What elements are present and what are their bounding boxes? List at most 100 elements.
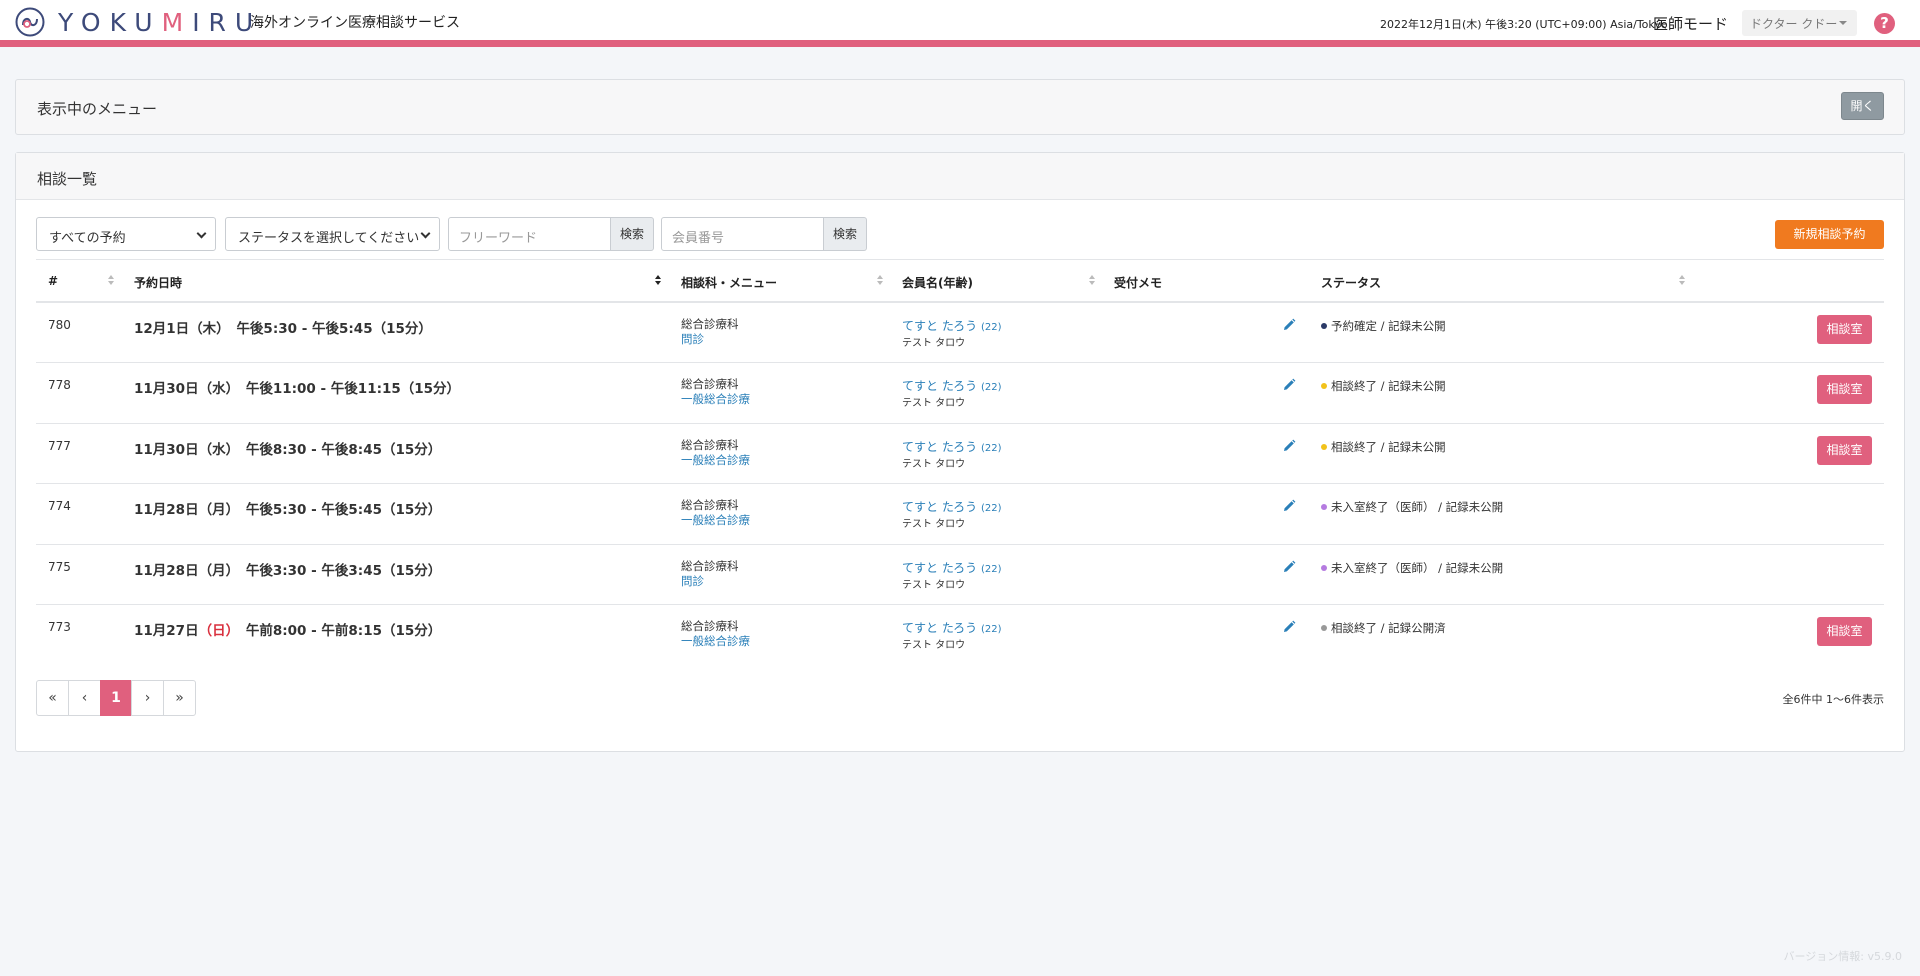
result-count: 全6件中 1〜6件表示	[1782, 693, 1885, 706]
row-status-text: 相談終了 / 記録公開済	[1331, 620, 1446, 635]
table-row: 773 11月27日（日） 午前8:00 - 午前8:15（15分） 総合診療科…	[36, 605, 1884, 665]
row-id: 774	[48, 499, 71, 514]
reservation-filter-select[interactable]: すべての予約	[36, 217, 216, 251]
row-menu-link[interactable]: 一般総合診療	[681, 453, 750, 468]
row-dept: 総合診療科 一般総合診療	[681, 438, 750, 468]
member-kana: テスト タロウ	[902, 458, 966, 470]
row-id: 773	[48, 619, 71, 634]
consultation-room-button[interactable]: 相談室	[1817, 315, 1872, 344]
table-row: 775 11月28日（月） 午後3:30 - 午後3:45（15分） 総合診療科…	[36, 545, 1884, 605]
table-row: 777 11月30日（水） 午後8:30 - 午後8:45（15分） 総合診療科…	[36, 424, 1884, 485]
row-menu-link[interactable]: 一般総合診療	[681, 634, 750, 649]
pencil-icon[interactable]	[1282, 378, 1296, 392]
user-dropdown[interactable]: ドクター クドー	[1742, 10, 1857, 36]
status-dot-icon	[1321, 443, 1327, 450]
chevron-down-icon	[420, 228, 431, 239]
table-header: # 予約日時 相談科・メニュー 会員名(年齢) 受付メモ ステータス	[36, 259, 1884, 303]
row-menu-link[interactable]: 一般総合診療	[681, 513, 750, 528]
displayed-menu-title: 表示中のメニュー	[37, 100, 158, 118]
column-member[interactable]: 会員名(年齢)	[902, 274, 973, 291]
row-status-text: 相談終了 / 記録未公開	[1331, 379, 1446, 394]
pencil-icon[interactable]	[1282, 318, 1296, 332]
member-number-input[interactable]: 会員番号	[661, 217, 824, 251]
row-time: 午後8:30 - 午後8:45（15分）	[245, 441, 442, 458]
logo[interactable]: YOKUMIRU	[14, 7, 262, 37]
row-member: てすと たろう (22) テスト タロウ	[902, 318, 1001, 352]
page-1-button[interactable]: 1	[100, 680, 132, 716]
member-name-link[interactable]: てすと たろう	[902, 319, 977, 333]
consultation-room-button[interactable]: 相談室	[1817, 375, 1872, 405]
member-age: (22)	[980, 322, 1002, 333]
consultation-room-button[interactable]: 相談室	[1817, 616, 1872, 646]
row-status: 相談終了 / 記録未公開	[1321, 378, 1446, 394]
member-age: (22)	[980, 382, 1002, 394]
member-name-link[interactable]: てすと たろう	[902, 561, 977, 575]
column-dept[interactable]: 相談科・メニュー	[681, 274, 777, 291]
status-dot-icon	[1321, 624, 1327, 631]
row-datetime: 11月30日（水） 午後11:00 - 午後11:15（15分）	[134, 377, 460, 397]
row-menu-link[interactable]: 一般総合診療	[681, 392, 750, 407]
logo-icon	[15, 7, 45, 37]
status-dot-icon	[1321, 383, 1327, 390]
row-dept: 総合診療科 問診	[681, 559, 739, 589]
member-age: (22)	[980, 503, 1002, 515]
row-dept-name: 総合診療科	[681, 498, 739, 513]
sort-icon[interactable]	[1679, 275, 1686, 287]
open-button[interactable]: 開く	[1841, 92, 1884, 120]
sort-icon[interactable]	[1089, 275, 1096, 287]
member-name-link[interactable]: てすと たろう	[902, 500, 977, 514]
new-consultation-button[interactable]: 新規相談予約	[1775, 220, 1884, 249]
last-page-button[interactable]: »	[163, 680, 196, 716]
freeword-input[interactable]: フリーワード	[448, 217, 611, 251]
member-name-link[interactable]: てすと たろう	[902, 379, 977, 393]
member-name-link[interactable]: てすと たろう	[902, 621, 977, 635]
row-datetime: 12月1日（木） 午後5:30 - 午後5:45（15分）	[134, 317, 432, 337]
column-id[interactable]: #	[48, 274, 58, 288]
column-date[interactable]: 予約日時	[134, 274, 182, 291]
logo-wordmark: YOKUMIRU	[58, 7, 263, 37]
row-date: 12月1日（木）	[134, 321, 223, 337]
row-time: 午後3:30 - 午後3:45（15分）	[245, 562, 442, 579]
row-date-sunday: （日）	[198, 622, 233, 639]
member-search-button[interactable]: 検索	[824, 217, 867, 251]
next-page-button[interactable]: ›	[131, 680, 164, 716]
sort-active-icon[interactable]	[655, 275, 662, 287]
freeword-search-button[interactable]: 検索	[611, 217, 654, 251]
member-name-link[interactable]: てすと たろう	[902, 440, 977, 454]
row-id: 775	[48, 559, 71, 574]
status-filter-value: ステータスを選択してください	[238, 231, 420, 246]
row-dept: 総合診療科 問診	[681, 317, 739, 347]
row-date: 11月30日（水）	[134, 381, 233, 398]
mode-label: 医師モード	[1653, 15, 1729, 33]
chevron-down-icon	[196, 228, 207, 239]
row-id: 780	[48, 318, 71, 332]
consultation-room-button[interactable]: 相談室	[1817, 435, 1872, 465]
help-icon[interactable]: ?	[1874, 13, 1895, 34]
sort-icon[interactable]	[108, 275, 115, 287]
prev-page-button[interactable]: ‹	[68, 680, 101, 716]
row-menu-link[interactable]: 問診	[681, 332, 739, 347]
row-date: 11月30日（水）	[134, 441, 233, 458]
pencil-icon[interactable]	[1282, 560, 1296, 574]
table-row: 780 12月1日（木） 午後5:30 - 午後5:45（15分） 総合診療科問…	[36, 303, 1884, 364]
pencil-icon[interactable]	[1282, 620, 1296, 634]
first-page-button[interactable]: «	[36, 680, 69, 716]
row-menu-link[interactable]: 問診	[681, 574, 739, 589]
sort-icon[interactable]	[877, 275, 884, 287]
row-status: 相談終了 / 記録公開済	[1321, 620, 1446, 636]
consultation-table: # 予約日時 相談科・メニュー 会員名(年齢) 受付メモ ステータス 780 1…	[36, 259, 1884, 665]
table-row: 778 11月30日（水） 午後11:00 - 午後11:15（15分） 総合診…	[36, 363, 1884, 424]
row-time: 午後5:30 - 午後5:45（15分）	[245, 502, 442, 519]
status-dot-icon	[1321, 323, 1327, 329]
row-status-text: 未入室終了（医師） / 記録未公開	[1331, 560, 1504, 575]
column-status[interactable]: ステータス	[1321, 274, 1381, 291]
row-dept-name: 総合診療科	[681, 377, 739, 392]
consultation-list-header: 相談一覧	[16, 153, 1904, 200]
table-body: 780 12月1日（木） 午後5:30 - 午後5:45（15分） 総合診療科問…	[36, 303, 1884, 665]
pencil-icon[interactable]	[1282, 499, 1296, 513]
service-tagline: 海外オンライン医療相談サービス	[250, 15, 460, 31]
pencil-icon[interactable]	[1282, 439, 1296, 453]
row-member: てすと たろう (22) テスト タロウ	[902, 560, 1001, 594]
row-dept-name: 総合診療科	[681, 618, 739, 633]
status-filter-select[interactable]: ステータスを選択してください	[225, 217, 440, 251]
